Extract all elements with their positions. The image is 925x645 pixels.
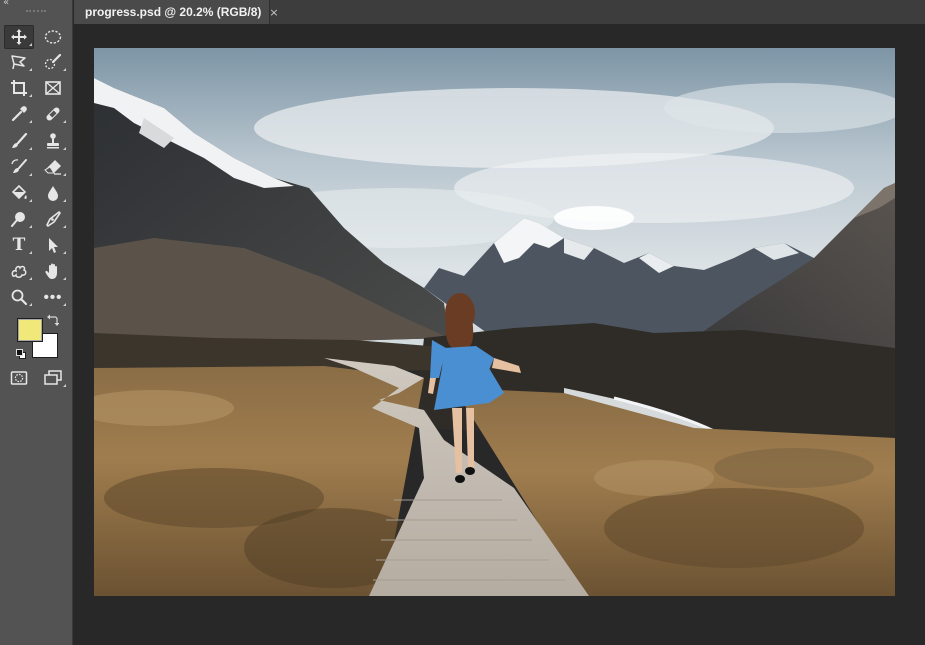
swap-colors-icon[interactable] <box>47 314 59 326</box>
panel-grip[interactable] <box>26 10 46 12</box>
polygonal-lasso-tool-button[interactable] <box>4 50 34 74</box>
type-icon: T <box>12 235 26 255</box>
more-dots-icon: ••• <box>43 288 63 306</box>
brush-tool-button[interactable] <box>4 129 34 153</box>
document-tab-bar: progress.psd @ 20.2% (RGB/8) × <box>74 0 925 24</box>
polygonal-lasso-icon <box>11 55 26 70</box>
document-tab[interactable]: progress.psd @ 20.2% (RGB/8) × <box>74 0 279 24</box>
elliptical-marquee-tool-button[interactable] <box>38 25 68 49</box>
crop-tool-button[interactable] <box>4 76 34 100</box>
close-tab-icon[interactable]: × <box>269 6 278 19</box>
move-icon <box>11 29 27 45</box>
path-selection-tool-button[interactable] <box>38 233 68 257</box>
quick-mask-button[interactable] <box>4 366 34 390</box>
type-tool-button[interactable]: T <box>4 233 34 257</box>
dodge-tool-button[interactable] <box>4 207 34 231</box>
custom-shape-icon <box>11 265 27 278</box>
quick-mask-icon <box>10 371 28 385</box>
collapse-panel-button[interactable]: « <box>3 0 9 8</box>
paint-bucket-tool-button[interactable] <box>4 181 34 205</box>
elliptical-marquee-icon <box>44 30 62 44</box>
image-canvas[interactable] <box>94 48 895 596</box>
eraser-tool-button[interactable] <box>38 155 68 179</box>
brush-icon <box>12 132 28 148</box>
document-workspace[interactable] <box>74 24 925 645</box>
hand-icon <box>45 263 57 279</box>
dodge-icon <box>11 212 25 227</box>
pen-tool-button[interactable] <box>38 207 68 231</box>
screen-mode-icon <box>44 370 62 385</box>
arrow-cursor-icon <box>49 238 58 253</box>
quick-selection-tool-button[interactable] <box>38 50 68 74</box>
frame-tool-button[interactable] <box>38 76 68 100</box>
zoom-magnifier-icon <box>11 289 28 306</box>
custom-shape-tool-button[interactable] <box>4 259 34 283</box>
eraser-icon <box>44 160 61 175</box>
edit-toolbar-button[interactable]: ••• <box>38 285 68 309</box>
move-tool-button[interactable] <box>4 25 34 49</box>
bandage-icon <box>46 107 60 121</box>
water-drop-icon <box>48 186 58 201</box>
screen-mode-button[interactable] <box>38 366 68 390</box>
tools-panel: « T ••• <box>0 0 73 645</box>
landscape-photo <box>94 48 895 596</box>
zoom-tool-button[interactable] <box>4 285 34 309</box>
stamp-icon <box>47 133 59 149</box>
foreground-color-swatch[interactable] <box>17 318 43 342</box>
default-colors-icon[interactable] <box>16 349 26 359</box>
eyedropper-tool-button[interactable] <box>4 102 34 126</box>
blur-tool-button[interactable] <box>38 181 68 205</box>
paint-bucket-icon <box>11 184 27 200</box>
pen-nib-icon <box>46 211 61 227</box>
quick-selection-icon <box>44 53 62 70</box>
hand-tool-button[interactable] <box>38 259 68 283</box>
history-brush-icon <box>11 159 27 173</box>
crop-icon <box>11 80 27 96</box>
history-brush-tool-button[interactable] <box>4 155 34 179</box>
eyedropper-icon <box>11 106 27 122</box>
spot-healing-brush-tool-button[interactable] <box>38 102 68 126</box>
photoshop-window: « T ••• progress.psd @ 20.2% (RGB/8) × <box>0 0 925 645</box>
frame-icon <box>45 81 61 95</box>
document-tab-title: progress.psd @ 20.2% (RGB/8) <box>85 5 262 19</box>
clone-stamp-tool-button[interactable] <box>38 129 68 153</box>
